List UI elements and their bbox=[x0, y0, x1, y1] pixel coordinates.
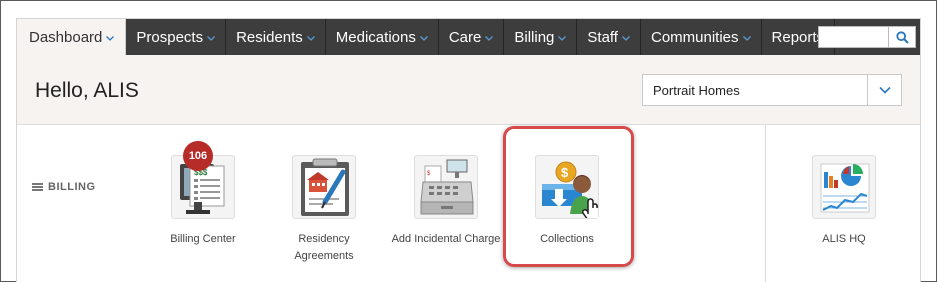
tile-residency-agreements-label: Residency Agreements bbox=[294, 233, 354, 262]
tile-residency-agreements[interactable]: Residency Agreements bbox=[269, 155, 379, 265]
chevron-down-icon bbox=[742, 34, 751, 42]
greeting-title: Hello, ALIS bbox=[35, 79, 139, 102]
community-select-value: Portrait Homes bbox=[653, 83, 740, 98]
nav-dashboard-label: Dashboard bbox=[29, 28, 103, 46]
collections-icon: $ bbox=[535, 155, 599, 219]
tile-billing-center-label: Billing Center bbox=[170, 233, 236, 245]
nav-reports-label: Reports bbox=[771, 28, 825, 46]
nav-communities[interactable]: Communities bbox=[641, 19, 762, 55]
billing-center-icon: $$$ 106 bbox=[171, 141, 235, 219]
cash-register-icon: $ bbox=[414, 155, 478, 219]
tile-collections-label: Collections bbox=[540, 233, 594, 245]
page-header: Hello, ALIS Portrait Homes bbox=[17, 55, 920, 125]
main-nav: Dashboard Prospects Residents Medication… bbox=[17, 19, 920, 55]
chevron-down-icon bbox=[419, 34, 428, 42]
menu-icon bbox=[32, 183, 43, 191]
chevron-down-icon bbox=[106, 34, 115, 42]
search-button[interactable] bbox=[888, 26, 916, 48]
chevron-down-icon[interactable] bbox=[867, 75, 901, 105]
tile-billing-center[interactable]: $$$ 106 Billing Center bbox=[148, 141, 258, 248]
section-label-text: BILLING bbox=[48, 181, 96, 193]
nav-prospects[interactable]: Prospects bbox=[126, 19, 227, 55]
tile-add-incidental-charge[interactable]: $ Add Incidental Charge bbox=[391, 155, 501, 248]
tile-alis-hq[interactable]: ALIS HQ bbox=[789, 155, 899, 248]
nav-care-label: Care bbox=[448, 28, 482, 46]
nav-billing-label: Billing bbox=[514, 28, 555, 46]
nav-staff[interactable]: Staff bbox=[577, 19, 641, 55]
tile-alis-hq-label: ALIS HQ bbox=[822, 233, 866, 245]
app-frame: Dashboard Prospects Residents Medication… bbox=[0, 0, 937, 282]
chevron-down-icon bbox=[485, 34, 494, 42]
nav-search bbox=[818, 26, 916, 48]
svg-text:$: $ bbox=[561, 165, 569, 180]
residency-agreements-icon bbox=[292, 155, 356, 219]
chevron-down-icon bbox=[207, 34, 216, 42]
section-divider bbox=[765, 125, 766, 282]
nav-residents-label: Residents bbox=[236, 28, 303, 46]
nav-care[interactable]: Care bbox=[439, 19, 505, 55]
nav-residents[interactable]: Residents bbox=[226, 19, 326, 55]
nav-billing[interactable]: Billing bbox=[504, 19, 578, 55]
alis-hq-icon bbox=[812, 155, 876, 219]
notification-badge: 106 bbox=[183, 141, 213, 171]
community-select[interactable]: Portrait Homes bbox=[642, 74, 902, 106]
nav-medications[interactable]: Medications bbox=[326, 19, 439, 55]
nav-dashboard[interactable]: Dashboard bbox=[17, 19, 127, 55]
nav-staff-label: Staff bbox=[587, 28, 618, 46]
nav-medications-label: Medications bbox=[335, 28, 416, 46]
search-input[interactable] bbox=[818, 26, 888, 48]
tile-collections[interactable]: $ Collections bbox=[512, 155, 622, 248]
section-label-billing: BILLING bbox=[32, 181, 96, 193]
chevron-down-icon bbox=[622, 34, 630, 42]
search-icon bbox=[895, 30, 909, 44]
nav-prospects-label: Prospects bbox=[136, 28, 204, 46]
chevron-down-icon bbox=[306, 34, 315, 42]
nav-communities-label: Communities bbox=[650, 28, 739, 46]
chevron-down-icon bbox=[558, 34, 567, 42]
tile-add-incidental-charge-label: Add Incidental Charge bbox=[391, 233, 501, 245]
